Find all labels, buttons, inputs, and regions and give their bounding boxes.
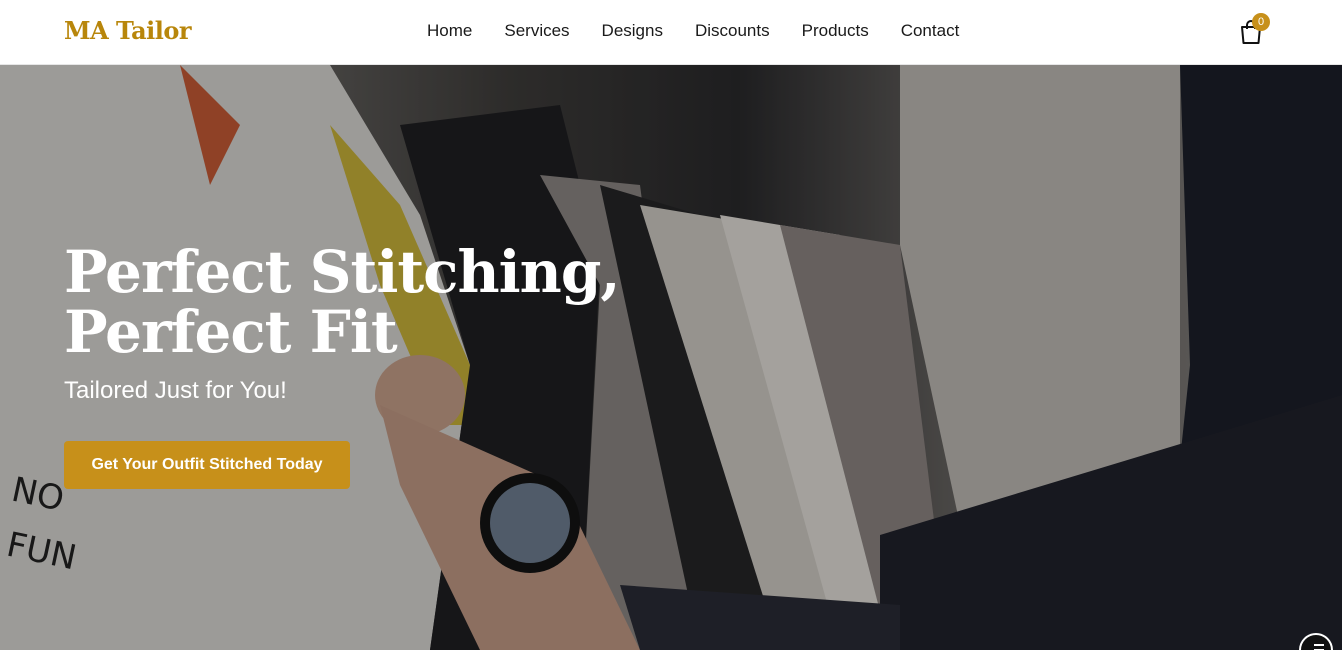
- nav-link-contact[interactable]: Contact: [901, 21, 960, 41]
- main-navigation: Home Services Designs Discounts Products…: [427, 21, 959, 41]
- get-outfit-stitched-button[interactable]: Get Your Outfit Stitched Today: [64, 441, 350, 489]
- cart-button[interactable]: 0: [1238, 13, 1270, 46]
- hero-title: Perfect Stitching, Perfect Fit: [64, 242, 624, 362]
- hero-section: NO FUN Perfect Stitching, Perfect Fit Ta…: [0, 65, 1342, 650]
- hero-title-line-1: Perfect Stitching,: [64, 238, 621, 306]
- nav-link-discounts[interactable]: Discounts: [695, 21, 770, 41]
- nav-link-products[interactable]: Products: [802, 21, 869, 41]
- hero-subtitle: Tailored Just for You!: [64, 377, 287, 404]
- accessibility-menu-icon: [1314, 644, 1324, 650]
- nav-link-home[interactable]: Home: [427, 21, 472, 41]
- nav-link-services[interactable]: Services: [504, 21, 569, 41]
- top-navbar: MA Tailor Home Services Designs Discount…: [0, 0, 1342, 65]
- cart-count-badge: 0: [1252, 13, 1270, 31]
- brand-logo[interactable]: MA Tailor: [64, 16, 192, 45]
- nav-link-designs[interactable]: Designs: [602, 21, 663, 41]
- hero-title-line-2: Perfect Fit: [64, 298, 398, 366]
